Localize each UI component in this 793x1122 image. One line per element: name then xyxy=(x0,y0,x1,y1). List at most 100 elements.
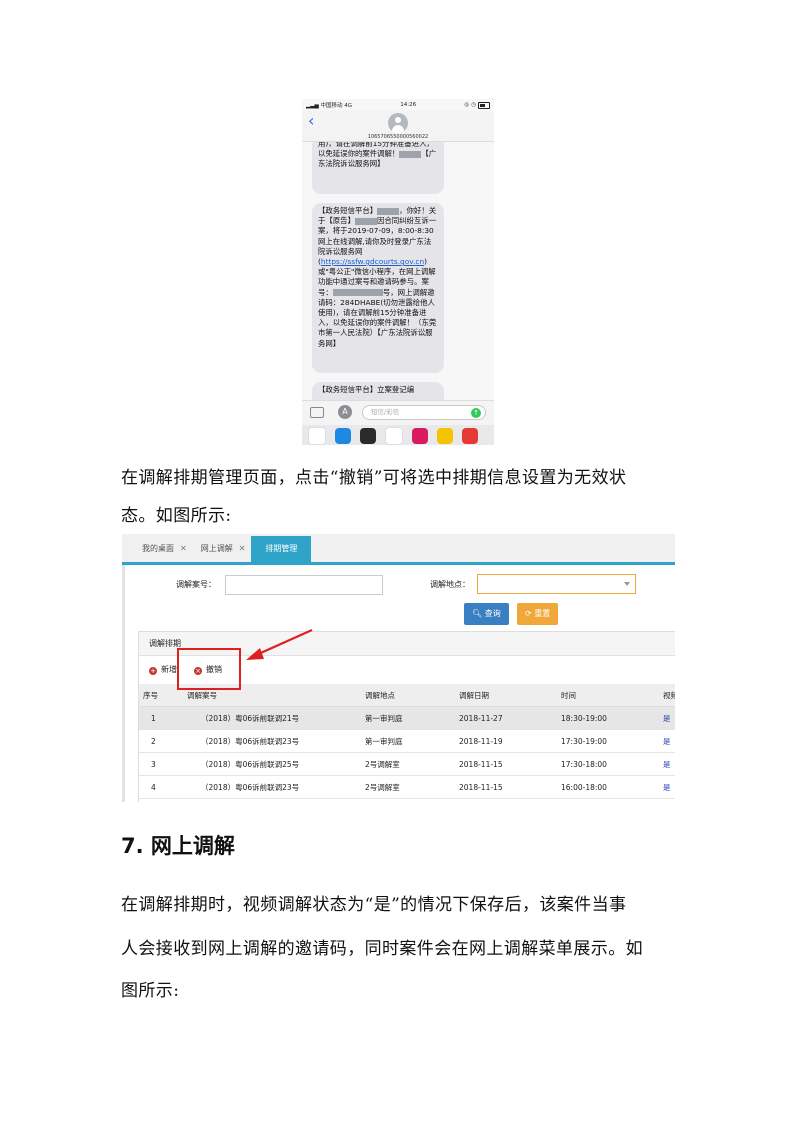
music-app-icon[interactable] xyxy=(385,427,403,445)
cell-location: 第一审判庭 xyxy=(361,706,455,730)
cell-index: 2 xyxy=(139,729,183,753)
location-select[interactable] xyxy=(477,574,636,594)
message-text: 号，网上调解邀请码：284DHABE(切勿泄露给他人使用)，请在调解前15分钟准… xyxy=(318,287,437,348)
cell-video: 是 xyxy=(659,706,675,730)
cell-location: 2号调解室 xyxy=(361,752,455,776)
carrier-name: 中国移动 xyxy=(320,103,343,109)
cell-date: 2018-11-19 xyxy=(455,729,557,753)
status-bar: ▂▃▅ 中国移动 4G 14:26 ◎ ◷ xyxy=(302,99,494,111)
cell-case-number: （2018）粤06诉前联调23号 xyxy=(183,729,361,753)
message-bubble: 【政务短信平台】 ，你好！关于【原告】 因合同纠纷互诉一案，将于2019-07-09… xyxy=(312,203,444,373)
tab-bar: 我的桌面 ✕ 网上调解 ✕ 排期管理 xyxy=(122,534,675,565)
tab-label: 网上调解 xyxy=(200,544,233,553)
plus-circle-icon: + xyxy=(149,667,157,675)
heart-app-icon[interactable] xyxy=(412,428,428,444)
cell-case-number: （2018）粤06诉前联调25号 xyxy=(183,752,361,776)
send-arrow-icon[interactable]: ↑ xyxy=(471,408,481,418)
input-bar: A 短信/彩信 ↑ xyxy=(302,400,494,425)
appstore-app-icon[interactable] xyxy=(335,428,351,444)
query-button[interactable]: 🔍︎ 查询 xyxy=(464,603,509,625)
tab-schedule-management[interactable]: 排期管理 xyxy=(251,536,312,562)
cell-location: 第一审判庭 xyxy=(361,729,455,753)
table-row[interactable]: 1 （2018）粤06诉前联调21号 第一审判庭 2018-11-27 18:3… xyxy=(139,706,675,730)
cell-index: 3 xyxy=(139,752,183,776)
status-time: 14:26 xyxy=(400,102,417,108)
paragraph-line: 图所示: xyxy=(121,981,180,1001)
message-bubble: 【政务短信平台】立案登记编 xyxy=(312,382,444,400)
paragraph-line: 在调解排期时，视频调解状态为“是”的情况下保存后，该案件当事 xyxy=(121,895,627,915)
tab-online-mediation[interactable]: 网上调解 ✕ xyxy=(193,536,252,562)
sidebar-edge xyxy=(122,565,125,802)
cell-date: 2018-11-15 xyxy=(455,775,557,799)
pointer-arrow-icon xyxy=(246,628,313,660)
column-header: 视频 xyxy=(659,684,675,707)
photos-app-icon[interactable] xyxy=(308,427,326,445)
cell-index: 1 xyxy=(139,706,183,730)
court-link[interactable]: https://ssfw.gdcourts.gov.cn xyxy=(321,257,424,266)
paragraph-line: 在调解排期管理页面，点击“撤销”可将选中排期信息设置为无效状 xyxy=(121,468,627,488)
highlight-box xyxy=(177,648,241,690)
add-button[interactable]: + 新增 xyxy=(149,664,177,675)
case-number-label: 调解案号： xyxy=(176,580,216,589)
status-icons: ◎ ◷ xyxy=(464,101,490,109)
table-row[interactable]: 2 （2018）粤06诉前联调23号 第一审判庭 2018-11-19 17:3… xyxy=(139,729,675,753)
section-heading: 7. 网上调解 xyxy=(121,834,235,858)
paragraph-line: 态。如图所示: xyxy=(121,506,232,526)
reset-button[interactable]: ⟳ 重置 xyxy=(517,603,559,625)
contact-avatar-icon[interactable] xyxy=(388,113,408,133)
cell-time: 17:30-19:00 xyxy=(557,729,659,753)
column-header: 调解地点 xyxy=(361,684,455,707)
app-dock xyxy=(302,425,494,445)
table-row[interactable]: 4 （2018）粤06诉前联调23号 2号调解室 2018-11-15 16:0… xyxy=(139,775,675,799)
network-type: 4G xyxy=(344,103,352,109)
sms-screenshot: ▂▃▅ 中国移动 4G 14:26 ◎ ◷ ‹ 1065706550000560… xyxy=(302,99,494,445)
redacted-block xyxy=(377,207,400,215)
cell-time: 16:00-18:00 xyxy=(557,775,659,799)
chevron-down-icon xyxy=(624,582,630,586)
paragraph-line: 人会接收到网上调解的邀请码，同时案件会在网上调解菜单展示。如 xyxy=(121,939,643,959)
table-row[interactable]: 3 （2018）粤06诉前联调25号 2号调解室 2018-11-15 17:3… xyxy=(139,752,675,776)
add-label: 新增 xyxy=(161,665,177,674)
battery-icon xyxy=(478,101,490,109)
cell-location: 2号调解室 xyxy=(361,775,455,799)
camera-icon[interactable] xyxy=(310,407,324,418)
cell-index: 4 xyxy=(139,775,183,799)
cell-video: 是 xyxy=(659,752,675,776)
carrier-info: ▂▃▅ 中国移动 4G xyxy=(306,101,352,109)
location-icon: ◎ xyxy=(464,102,470,108)
message-input[interactable]: 短信/彩信 ↑ xyxy=(362,405,486,420)
app-store-icon[interactable]: A xyxy=(338,405,352,419)
reset-label: 重置 xyxy=(534,609,551,618)
cell-video: 是 xyxy=(659,775,675,799)
cell-date: 2018-11-27 xyxy=(455,706,557,730)
sender-number: 10657065500005600​22 xyxy=(367,134,429,140)
location-label: 调解地点： xyxy=(430,580,470,589)
tab-desktop[interactable]: 我的桌面 ✕ xyxy=(122,536,193,562)
message-list[interactable]: 用)，请在调解前15分钟准备进入，以免延误你的案件调解！ 【广东法院诉讼服务网】 … xyxy=(302,142,494,400)
cell-case-number: （2018）粤06诉前联调21号 xyxy=(183,706,361,730)
signal-icon: ▂▃▅ xyxy=(306,103,319,109)
red-app-icon[interactable] xyxy=(462,428,478,444)
sticker-app-icon[interactable] xyxy=(437,428,453,444)
tab-label: 我的桌面 xyxy=(142,544,174,553)
message-bubble: 用)，请在调解前15分钟准备进入，以免延误你的案件调解！ 【广东法院诉讼服务网】 xyxy=(312,142,444,194)
redacted-block xyxy=(332,289,383,297)
conversation-header: ‹ 10657065500005600​22 xyxy=(302,111,494,142)
tab-label: 排期管理 xyxy=(265,544,298,553)
column-header: 调解日期 xyxy=(455,684,557,707)
schedule-table: 序号 调解案号 调解地点 调解日期 时间 视频 1 （2018）粤06诉前联调2… xyxy=(139,684,675,799)
close-icon[interactable]: ✕ xyxy=(180,544,187,553)
redacted-block xyxy=(354,217,377,225)
column-header: 时间 xyxy=(557,684,659,707)
cell-time: 17:30-18:00 xyxy=(557,752,659,776)
alarm-icon: ◷ xyxy=(471,102,476,108)
case-number-input[interactable] xyxy=(225,575,383,595)
activity-app-icon[interactable] xyxy=(360,428,376,444)
close-icon[interactable]: ✕ xyxy=(239,544,246,553)
message-text: 【政务短信平台】立案登记编 xyxy=(318,385,415,394)
redacted-block xyxy=(399,150,422,158)
schedule-management-screenshot: 我的桌面 ✕ 网上调解 ✕ 排期管理 调解案号： 调解地点： 🔍︎ 查询 ⟳ 重置 … xyxy=(122,534,675,802)
message-text: 【政务短信平台】 xyxy=(318,206,378,215)
cell-date: 2018-11-15 xyxy=(455,752,557,776)
back-chevron-icon[interactable]: ‹ xyxy=(308,113,314,129)
